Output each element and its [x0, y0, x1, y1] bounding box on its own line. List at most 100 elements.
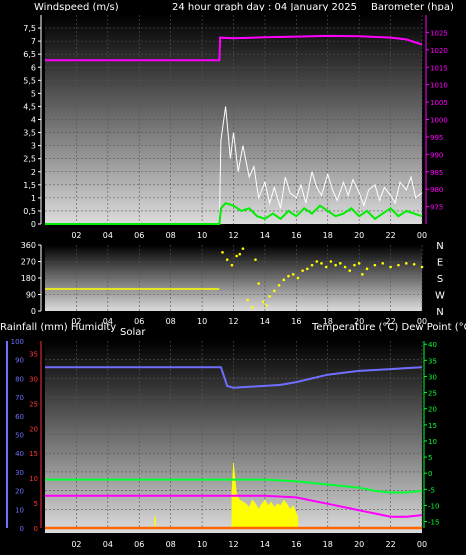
wind-direction-point	[262, 300, 265, 304]
wind-direction-point	[315, 260, 319, 263]
humidity-tick-label: 10	[15, 506, 24, 514]
x-tick-label: 06	[134, 317, 144, 326]
x-tick-label: 04	[103, 540, 113, 549]
rain-tick-label: 20	[29, 425, 38, 433]
barometer-tick-label: 1015	[430, 64, 448, 72]
wind-direction-point	[235, 254, 238, 258]
wind-direction-point	[221, 251, 224, 254]
humidity-tick-label: 60	[15, 413, 24, 421]
wind-direction-point	[343, 265, 347, 269]
x-tick-label: 12	[228, 231, 238, 240]
rain-tick-label: 25	[29, 400, 38, 408]
barometer-tick-label: 1005	[430, 99, 448, 107]
temperature-tick-label: 5	[428, 454, 432, 462]
windspeed-tick-label: 0,5	[23, 207, 36, 216]
wind-direction-point	[365, 267, 369, 271]
wind-direction-point	[265, 304, 268, 307]
wind-direction-point	[287, 274, 290, 278]
wind-direction-point	[254, 258, 257, 261]
x-tick-label: 08	[166, 317, 176, 326]
windspeed-tick-label: 3	[31, 142, 36, 151]
rain-tick-label: 0	[34, 525, 38, 533]
wind-direction-point	[348, 269, 352, 272]
compass-label: N	[436, 241, 443, 252]
x-tick-label: 10	[197, 231, 207, 240]
wind-direction-point	[277, 284, 281, 287]
solar-label: Solar	[120, 327, 146, 338]
x-tick-label: 22	[385, 231, 395, 240]
temperature-tick-label: 10	[428, 438, 437, 446]
wind-direction-point	[324, 265, 328, 269]
barometer-tick-label: 975	[430, 204, 443, 212]
wind-direction-point	[339, 262, 342, 265]
wind-direction-point	[334, 263, 337, 267]
barometer-tick-label: 1025	[430, 29, 448, 37]
wind-direction-point	[389, 265, 392, 269]
humidity-tick-label: 90	[15, 357, 24, 365]
x-tick-label: 20	[354, 540, 364, 549]
wind-direction-point	[310, 263, 314, 267]
x-tick-label: 14	[260, 317, 270, 326]
x-tick-label: 20	[354, 231, 364, 240]
x-tick-label: 10	[197, 317, 207, 326]
direction-tick-label: 180	[21, 274, 36, 283]
wind-direction-point	[373, 263, 377, 267]
direction-tick-label: 90	[26, 291, 36, 300]
windspeed-tick-label: 3,5	[23, 129, 36, 138]
wind-direction-point	[268, 295, 271, 298]
temperature-tick-label: 20	[428, 406, 437, 414]
x-tick-label: 22	[385, 540, 395, 549]
windspeed-tick-label: 0	[31, 220, 36, 229]
wind-direction-point	[412, 262, 416, 266]
rain-tick-label: 35	[29, 350, 38, 358]
windspeed-tick-label: 7	[31, 37, 36, 46]
x-tick-label: 08	[166, 540, 176, 549]
x-tick-label: 18	[323, 540, 333, 549]
direction-tick-label: 360	[21, 241, 36, 250]
temperature-dewpoint-axis-label: Temperature (°C) Dew Point (°C)	[311, 322, 466, 333]
windspeed-tick-label: 6	[31, 63, 36, 72]
weather-graph: Windspeed (m/s) 24 hour graph day : 04 J…	[0, 2, 466, 555]
barometer-tick-label: 1020	[430, 47, 448, 55]
windspeed-tick-label: 5,5	[23, 76, 36, 85]
windspeed-tick-label: 2	[31, 168, 36, 177]
wind-direction-point	[420, 265, 424, 269]
x-tick-label: 06	[134, 231, 144, 240]
x-tick-label: 12	[228, 540, 238, 549]
windspeed-tick-label: 2,5	[23, 155, 36, 164]
temperature-tick-label: 35	[428, 357, 437, 365]
humidity-tick-label: 70	[15, 394, 24, 402]
windspeed-tick-label: 6,5	[23, 50, 36, 59]
x-tick-label: 10	[197, 540, 207, 549]
barometer-tick-label: 980	[430, 186, 443, 194]
wind-direction-point	[251, 306, 254, 309]
wind-direction-point	[257, 282, 260, 285]
windspeed-tick-label: 4,5	[23, 102, 36, 111]
compass-label: N	[436, 307, 443, 318]
compass-label: E	[437, 258, 443, 269]
rain-tick-label: 15	[29, 450, 38, 458]
rain-tick-label: 30	[29, 375, 38, 383]
x-tick-label: 18	[323, 231, 333, 240]
humidity-tick-label: 80	[15, 375, 24, 383]
temperature-tick-label: 40	[428, 341, 437, 349]
x-tick-label: 14	[260, 231, 270, 240]
wind-direction-point	[404, 262, 408, 265]
wind-direction-point	[273, 289, 276, 293]
temperature-tick-label: -15	[428, 519, 439, 527]
wind-direction-point	[246, 298, 249, 302]
wind-direction-point	[301, 269, 304, 272]
wind-direction-point	[381, 262, 385, 265]
barometer-tick-label: 1010	[430, 82, 448, 90]
x-tick-label: 00	[417, 231, 427, 240]
windspeed-tick-label: 1	[31, 194, 36, 203]
x-tick-label: 06	[134, 540, 144, 549]
x-tick-label: 16	[291, 317, 301, 326]
wind-direction-point	[238, 252, 242, 256]
windspeed-tick-label: 1,5	[23, 181, 36, 190]
temperature-tick-label: -5	[428, 486, 435, 494]
wind-direction-point	[357, 262, 361, 265]
direction-tick-label: 0	[31, 307, 36, 316]
wind-direction-point	[282, 278, 286, 282]
x-tick-label: 14	[260, 540, 270, 549]
